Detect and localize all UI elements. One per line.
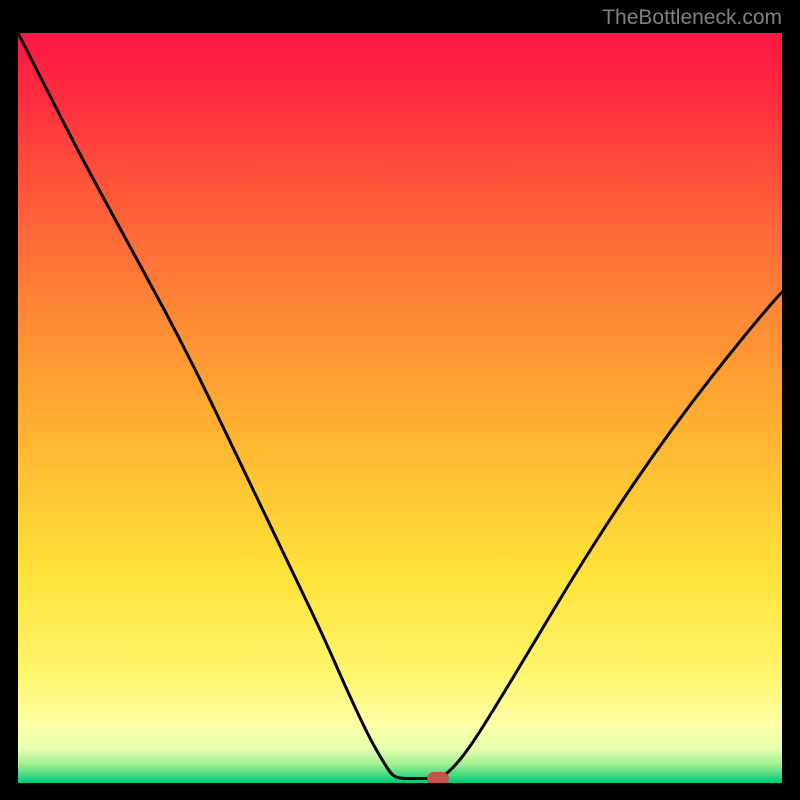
chart-container: TheBottleneck.com: [0, 0, 800, 800]
plot-area: [18, 33, 782, 783]
watermark-text: TheBottleneck.com: [602, 6, 782, 30]
optimal-marker: [427, 772, 449, 784]
bottleneck-curve: [18, 33, 782, 783]
